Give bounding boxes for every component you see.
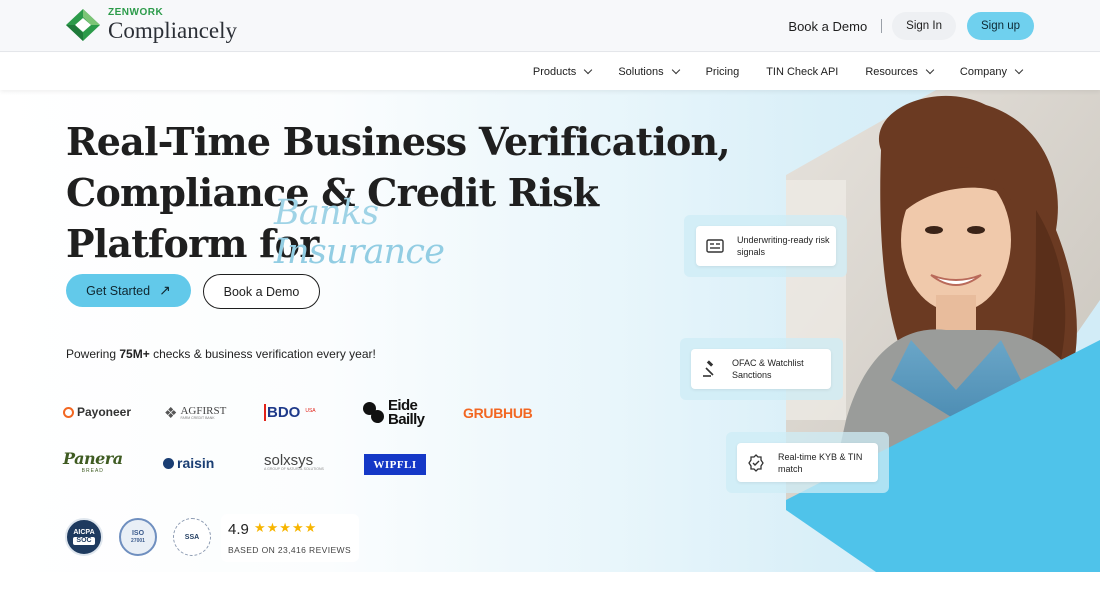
aicpa-soc-badge: AICPA SOC (65, 518, 103, 556)
rotating-word-banks: Banks (274, 193, 379, 233)
rating-widget: 4.9 ★★★★★ BASED ON 23,416 REVIEWS (221, 514, 359, 562)
soc-text: SOC (73, 537, 95, 546)
iso-27001-badge: ISO 27001 (119, 518, 157, 556)
feature-ofac-text: OFAC & Watchlist Sanctions (732, 358, 804, 380)
sign-in-button[interactable]: Sign In (892, 12, 956, 40)
iso-number-text: 27001 (131, 538, 145, 545)
rating-score: 4.9 (228, 521, 249, 538)
headline-line-2: Compliance & Credit Risk (66, 170, 599, 215)
logo-brand-name: Compliancely (108, 18, 238, 43)
payoneer-icon (63, 406, 74, 418)
powering-prefix: Powering (66, 347, 120, 361)
bailly-text: Bailly (388, 411, 425, 428)
wipfli-logo: WIPFLI (364, 454, 426, 475)
aicpa-text: AICPA (73, 528, 95, 536)
iso-text: ISO (131, 529, 145, 537)
chevron-down-icon (584, 65, 593, 74)
document-list-icon (706, 237, 724, 255)
grubhub-logo: GRUBHUB (463, 405, 533, 421)
feature-card-kyb: Real-time KYB & TIN match (726, 432, 889, 493)
eide-bailly-icon (363, 402, 385, 424)
rotating-word-insurance: Insurance (274, 232, 445, 272)
get-started-button[interactable]: Get Started ↗ (66, 274, 191, 307)
bdo-logo: BDO USA (264, 404, 316, 421)
agfirst-icon: ❖ (164, 405, 178, 422)
sign-up-button[interactable]: Sign up (966, 12, 1034, 40)
star-rating-icon: ★★★★★ (254, 521, 318, 536)
bdo-text: BDO (264, 404, 300, 421)
hero-photo (786, 90, 1100, 572)
top-bar: ZENWORK Compliancely Book a Demo Sign In… (0, 0, 1100, 52)
feature-underwriting-text: Underwriting-ready risk signals (737, 235, 830, 257)
feature-kyb-text: Real-time KYB & TIN match (778, 451, 863, 474)
arrow-up-right-icon: ↗ (159, 282, 171, 298)
ssa-seal-badge: SSA (173, 518, 211, 556)
verified-badge-icon (747, 453, 765, 472)
bdo-usa-text: USA (305, 407, 316, 414)
main-nav: Products Solutions Pricing TIN Check API… (0, 53, 1100, 90)
payoneer-logo: Payoneer (63, 405, 131, 419)
powering-text: Powering 75M+ checks & business verifica… (66, 347, 376, 361)
panera-text: Panera (63, 449, 123, 468)
ssa-text: SSA (184, 533, 200, 541)
payoneer-text: Payoneer (77, 405, 132, 419)
grubhub-text: GRUBHUB (463, 405, 533, 421)
nav-tin-check-api[interactable]: TIN Check API (766, 66, 838, 78)
get-started-label: Get Started (86, 283, 151, 298)
nav-tin-check-api-label: TIN Check API (766, 65, 839, 78)
nav-products[interactable]: Products (532, 65, 593, 78)
chevron-down-icon (1014, 65, 1024, 74)
feature-card-ofac: OFAC & Watchlist Sanctions (680, 338, 843, 400)
nav-solutions-label: Solutions (618, 65, 664, 78)
nav-resources[interactable]: Resources (865, 65, 935, 78)
compliancely-logo[interactable]: ZENWORK Compliancely (65, 8, 237, 42)
agfirst-logo: ❖ AGFIRST FARM CREDIT BANK (164, 404, 226, 422)
nav-pricing-label: Pricing (705, 65, 740, 78)
wipfli-text: WIPFLI (373, 458, 417, 471)
book-demo-label: Book a Demo (223, 284, 300, 299)
raisin-logo: raisin (163, 455, 214, 471)
raisin-text: raisin (177, 455, 215, 471)
solxsys-text: solxsys (264, 452, 314, 469)
solxsys-logo: solxsys A GROUP OF NATURAL SOLUTIONS (264, 453, 324, 472)
powering-suffix: checks & business verification every yea… (149, 347, 376, 361)
powering-stat: 75M+ (119, 347, 150, 361)
nav-pricing[interactable]: Pricing (706, 66, 740, 78)
solxsys-subtext: A GROUP OF NATURAL SOLUTIONS (264, 467, 324, 471)
eide-bailly-logo: Eide Bailly (363, 398, 425, 428)
logo-mark-icon (65, 8, 101, 42)
panera-logo: Panera BREAD (63, 451, 123, 474)
raisin-icon (163, 457, 174, 469)
gavel-icon (701, 360, 719, 378)
logo-brand-small: ZENWORK (108, 7, 164, 18)
chevron-down-icon (671, 65, 680, 74)
nav-resources-label: Resources (865, 65, 918, 78)
book-demo-link[interactable]: Book a Demo (788, 19, 867, 34)
chevron-down-icon (925, 65, 935, 74)
nav-products-label: Products (532, 65, 577, 78)
review-count: BASED ON 23,416 REVIEWS (228, 545, 352, 555)
headline-line-1: Real-Time Business Verification, (66, 119, 731, 164)
divider (881, 19, 883, 33)
book-demo-button[interactable]: Book a Demo (203, 274, 320, 309)
panera-subtext: BREAD (81, 468, 104, 474)
nav-company-label: Company (959, 65, 1007, 78)
nav-solutions[interactable]: Solutions (618, 65, 680, 78)
agfirst-subtext: FARM CREDIT BANK (180, 415, 215, 420)
feature-card-underwriting: Underwriting-ready risk signals (684, 215, 847, 277)
nav-company[interactable]: Company (959, 65, 1024, 78)
